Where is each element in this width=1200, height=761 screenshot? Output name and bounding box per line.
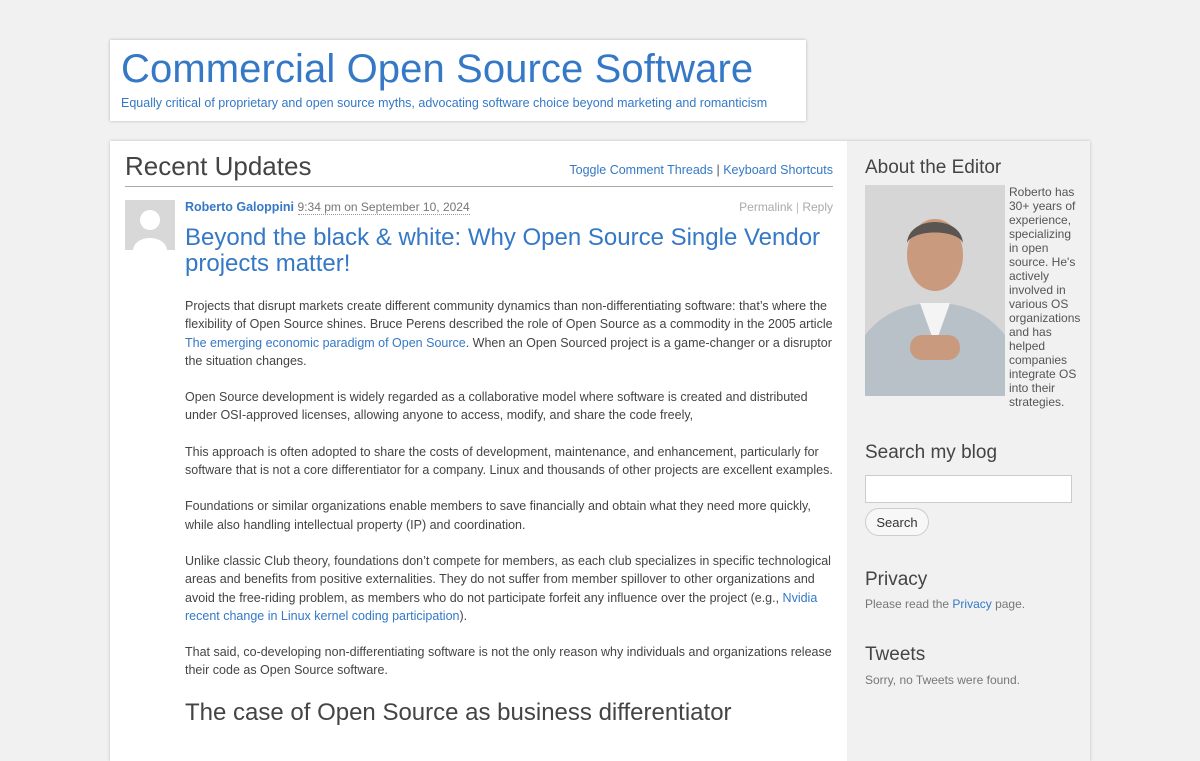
- post-body: Projects that disrupt markets create dif…: [185, 297, 833, 728]
- post-actions: Permalink | Reply: [739, 200, 833, 214]
- toggle-comment-threads-link[interactable]: Toggle Comment Threads: [569, 163, 713, 177]
- sidebar: About the Editor Roberto has 30+ years o…: [847, 141, 1090, 761]
- post-paragraph: Foundations or similar organizations ena…: [185, 499, 811, 532]
- editor-photo: [865, 185, 1005, 396]
- avatar-placeholder-icon: [125, 200, 175, 250]
- recent-updates-title: Recent Updates: [125, 151, 312, 181]
- site-header: Commercial Open Source Software Equally …: [110, 40, 806, 121]
- tweets-title: Tweets: [865, 644, 926, 665]
- paragraph-text: Projects that disrupt markets create dif…: [185, 299, 833, 332]
- paragraph-text: ).: [459, 608, 468, 623]
- permalink-link[interactable]: Permalink: [739, 200, 792, 214]
- content-area: Recent Updates Toggle Comment Threads | …: [110, 141, 847, 761]
- emerging-economic-paradigm-link[interactable]: The emerging economic paradigm of Open S…: [185, 336, 466, 350]
- post-paragraph: This approach is often adopted to share …: [185, 444, 833, 478]
- recent-updates-header: Recent Updates Toggle Comment Threads | …: [125, 151, 833, 187]
- keyboard-shortcuts-link[interactable]: Keyboard Shortcuts: [723, 163, 833, 177]
- post-date[interactable]: 9:34 pm on September 10, 2024: [297, 200, 470, 215]
- main-wrapper: Recent Updates Toggle Comment Threads | …: [110, 141, 1090, 761]
- post-paragraph: That said, co-developing non-differentia…: [185, 645, 832, 678]
- site-tagline: Equally critical of proprietary and open…: [121, 96, 768, 110]
- about-editor-text: Roberto has 30+ years of experience, spe…: [1009, 185, 1081, 409]
- about-editor-title: About the Editor: [865, 157, 1002, 178]
- search-blog-title: Search my blog: [865, 442, 998, 463]
- search-input[interactable]: [865, 475, 1072, 503]
- post-meta: Roberto Galoppini 9:34 pm on September 1…: [185, 200, 470, 215]
- post-paragraph: Projects that disrupt markets create dif…: [185, 297, 833, 370]
- author-avatar[interactable]: [125, 200, 175, 250]
- post-paragraph: Unlike classic Club theory, foundations …: [185, 552, 833, 625]
- site-title[interactable]: Commercial Open Source Software: [121, 44, 806, 94]
- editor-portrait-image: [865, 185, 1005, 396]
- search-button[interactable]: Search: [865, 508, 929, 536]
- tweets-empty-text: Sorry, no Tweets were found.: [865, 673, 1020, 687]
- post-author-link[interactable]: Roberto Galoppini: [185, 200, 294, 214]
- paragraph-text: Unlike classic Club theory, foundations …: [185, 553, 831, 605]
- reply-link[interactable]: Reply: [802, 200, 833, 214]
- updates-links: Toggle Comment Threads | Keyboard Shortc…: [569, 163, 833, 177]
- privacy-title: Privacy: [865, 569, 928, 590]
- post-paragraph: Open Source development is widely regard…: [185, 390, 808, 423]
- post-title-link[interactable]: Beyond the black & white: Why Open Sourc…: [185, 225, 845, 277]
- privacy-text: Please read the Privacy page.: [865, 597, 1025, 611]
- privacy-link[interactable]: Privacy: [952, 597, 991, 611]
- privacy-pre-text: Please read the: [865, 597, 953, 611]
- action-separator: |: [795, 200, 799, 214]
- privacy-post-text: page.: [991, 597, 1026, 611]
- post-subheading: The case of Open Source as business diff…: [185, 698, 732, 726]
- link-separator: |: [716, 163, 720, 177]
